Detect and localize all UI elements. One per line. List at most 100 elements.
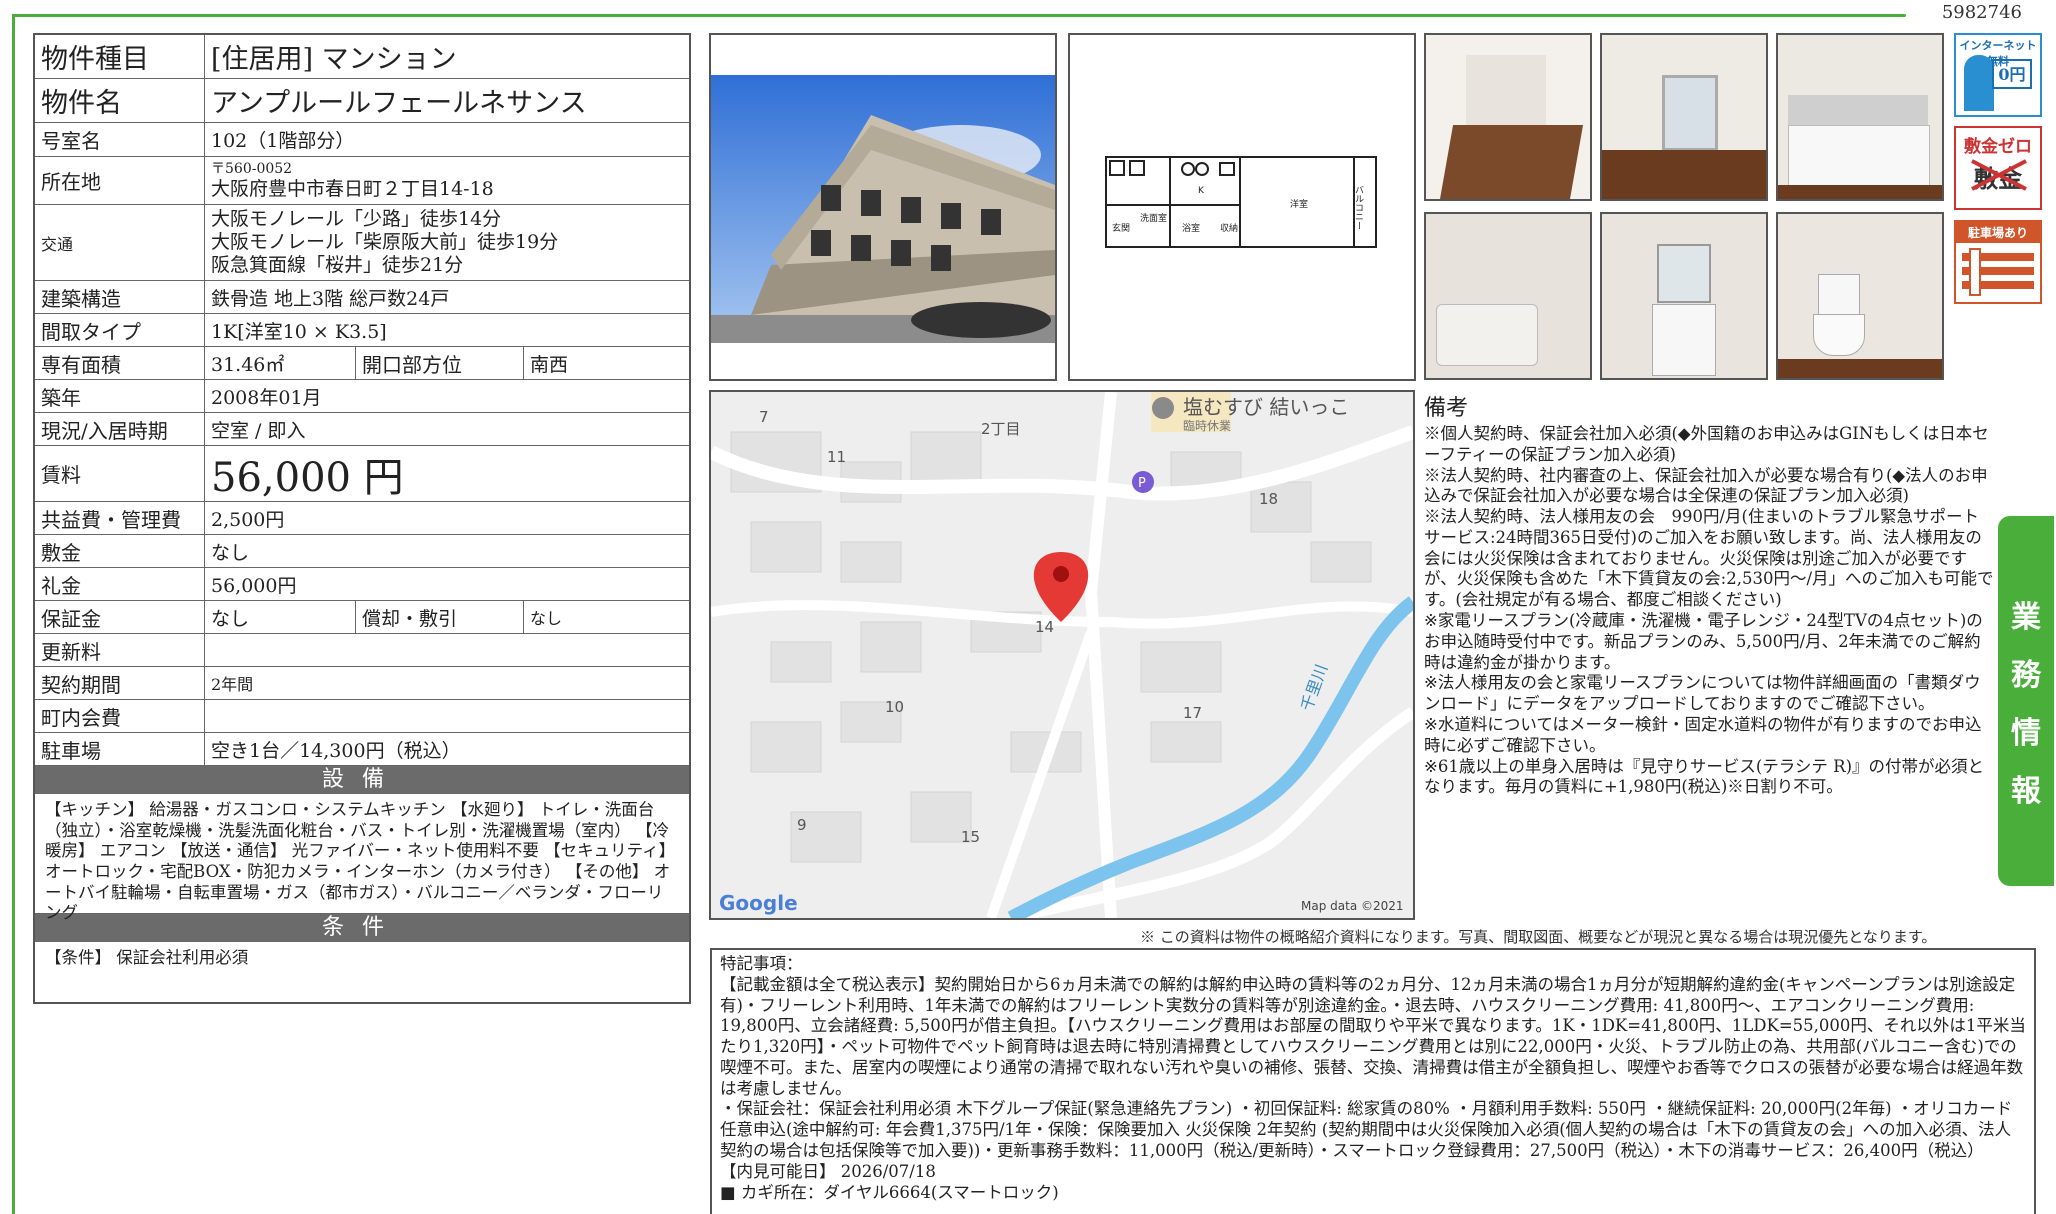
map-credit: Map data ©2021 xyxy=(1301,899,1404,913)
restaurant-icon xyxy=(1152,397,1174,419)
area-value: 31.46㎡ xyxy=(211,353,285,376)
name-value: アンプルールフェールネサンス xyxy=(211,88,587,119)
conditions-text: 【条件】 保証会社利用必須 xyxy=(45,948,249,967)
page-frame-top xyxy=(12,14,1906,17)
fp-label-storage: 収納 xyxy=(1220,222,1238,234)
row-room: 号室名 102（1階部分） xyxy=(35,123,689,157)
property-table: 物件種目 [住居用] マンション 物件名 アンプルールフェールネサンス 号室名 … xyxy=(33,33,691,1004)
fee-value: 2,500円 xyxy=(211,508,285,531)
town-fee-value xyxy=(205,700,689,732)
deposit-crossed-word: 敷金 xyxy=(1956,159,2040,194)
built-value: 2008年01月 xyxy=(211,386,322,409)
tab-char: 情 xyxy=(2011,716,2041,751)
fp-label-bath: 浴室 xyxy=(1182,222,1200,234)
row-renewal: 更新料 xyxy=(35,634,689,667)
conditions-header: 条件 xyxy=(35,914,689,942)
row-term: 契約期間 2年間 xyxy=(35,667,689,700)
structure-value: 鉄骨造 地上3階 総戸数24戸 xyxy=(211,287,450,310)
map-block-number: 9 xyxy=(797,816,807,834)
zip-code: 〒560-0052 xyxy=(211,160,293,177)
built-label: 築年 xyxy=(35,380,205,412)
floorplan: 玄関 K 洋室 バルコニー 洗面室 浴室 収納 xyxy=(1068,33,1416,381)
parking-label: 駐車場 xyxy=(35,733,205,765)
room-label: 号室名 xyxy=(35,123,205,156)
deposit-value: なし xyxy=(211,541,250,564)
status-value: 空室 / 即入 xyxy=(211,419,306,442)
access-value: 大阪モノレール「少路」徒歩14分 大阪モノレール「柴原阪大前」徒歩19分 阪急箕… xyxy=(205,205,689,280)
remarks-text: ※個人契約時、保証会社加入必須(◆外国籍のお申込みはGINもしくは日本セーフティ… xyxy=(1424,424,1994,798)
row-address: 所在地 〒560-0052 大阪府豊中市春日町２丁目14-18 xyxy=(35,157,689,205)
layout-label: 間取タイプ xyxy=(35,314,205,346)
map-drawing: P 塩むすび 結いっこ 臨時休業 2丁目 千里川 7 11 18 14 10 1… xyxy=(711,392,1413,918)
name-label: 物件名 xyxy=(35,79,205,122)
fp-label-entrance: 玄関 xyxy=(1112,222,1130,234)
tab-char: 報 xyxy=(2011,774,2041,809)
room-value: 102（1階部分） xyxy=(211,130,355,152)
business-info-tab[interactable]: 業 務 情 報 xyxy=(1998,516,2054,886)
row-name: 物件名 アンプルールフェールネサンス xyxy=(35,79,689,123)
amortization-value: なし xyxy=(523,601,689,633)
document-id: 5982746 xyxy=(1941,2,2022,23)
internet-price: 0円 xyxy=(1992,59,2032,89)
guarantee-label: 保証金 xyxy=(35,601,205,633)
key-money-label: 礼金 xyxy=(35,568,205,600)
fp-label-balcony: バルコニー xyxy=(1353,185,1364,230)
amortization-label: 償却・敷引 xyxy=(355,601,523,633)
building-image xyxy=(711,35,1055,379)
row-status: 現況/入居時期 空室 / 即入 xyxy=(35,413,689,446)
map-block-number: 10 xyxy=(885,698,904,716)
row-structure: 建築構造 鉄骨造 地上3階 総戸数24戸 xyxy=(35,281,689,314)
map-block-number: 18 xyxy=(1259,490,1278,508)
map-block-number: 11 xyxy=(827,448,846,466)
interior-thumb-kitchen[interactable] xyxy=(1776,33,1944,201)
renewal-label: 更新料 xyxy=(35,634,205,666)
map-area-label: 2丁目 xyxy=(981,420,1021,438)
rent-value: 56,000 円 xyxy=(211,454,404,501)
access-label: 交通 xyxy=(35,205,205,280)
fp-label-washroom: 洗面室 xyxy=(1140,212,1167,224)
map-block-number: 15 xyxy=(961,828,980,846)
term-label: 契約期間 xyxy=(35,667,205,699)
status-label: 現況/入居時期 xyxy=(35,413,205,445)
facilities-text: 【キッチン】 給湯器・ガスコンロ・システムキッチン 【水廻り】 トイレ・洗面台（… xyxy=(35,794,689,922)
access-line: 大阪モノレール「少路」徒歩14分 xyxy=(211,208,502,231)
row-area: 専有面積 31.46㎡ 開口部方位 南西 xyxy=(35,347,689,380)
special-text: 【記載金額は全て税込表示】契約開始日から6ヵ月未満での解約は解約申込時の賃料等の… xyxy=(720,974,2026,1202)
row-access: 交通 大阪モノレール「少路」徒歩14分 大阪モノレール「柴原阪大前」徒歩19分 … xyxy=(35,205,689,281)
interior-thumb-hallway[interactable] xyxy=(1424,33,1592,201)
address-label: 所在地 xyxy=(35,157,205,204)
address-value: 〒560-0052 大阪府豊中市春日町２丁目14-18 xyxy=(205,157,689,204)
row-type: 物件種目 [住居用] マンション xyxy=(35,35,689,79)
disclaimer-note: ※ この資料は物件の概略紹介資料になります。写真、間取図面、概要などが現況と異な… xyxy=(1140,928,1937,946)
fp-label-room: 洋室 xyxy=(1290,198,1308,210)
map-block-number: 7 xyxy=(759,408,769,426)
fp-label-kitchen: K xyxy=(1198,186,1205,196)
town-fee-label: 町内会費 xyxy=(35,700,205,732)
fee-label: 共益費・管理費 xyxy=(35,502,205,534)
structure-label: 建築構造 xyxy=(35,281,205,313)
map-poi-sub: 臨時休業 xyxy=(1183,419,1231,433)
location-map[interactable]: P 塩むすび 結いっこ 臨時休業 2丁目 千里川 7 11 18 14 10 1… xyxy=(709,390,1415,920)
map-block-number: 17 xyxy=(1183,704,1202,722)
special-title: 特記事項： xyxy=(720,954,803,973)
row-guarantee: 保証金 なし 償却・敷引 なし xyxy=(35,601,689,634)
parking-value: 空き1台／14,300円（税込） xyxy=(211,739,461,762)
access-line: 大阪モノレール「柴原阪大前」徒歩19分 xyxy=(211,231,559,254)
internet-free-badge: インターネット無料 0円 xyxy=(1954,33,2042,117)
type-value: [住居用] マンション xyxy=(211,44,457,75)
rent-label: 賃料 xyxy=(35,446,205,501)
map-block-number: 14 xyxy=(1035,618,1054,636)
area-label: 専有面積 xyxy=(35,347,205,379)
interior-thumb-washbasin[interactable] xyxy=(1600,212,1768,380)
layout-value: 1K[洋室10 × K3.5] xyxy=(211,320,387,343)
interior-thumb-toilet[interactable] xyxy=(1776,212,1944,380)
interior-thumb-bathroom[interactable] xyxy=(1424,212,1592,380)
term-value: 2年間 xyxy=(211,675,254,694)
direction-label: 開口部方位 xyxy=(355,347,523,379)
remarks-title: 備考 xyxy=(1424,396,1469,421)
floorplan-drawing: 玄関 K 洋室 バルコニー 洗面室 浴室 収納 xyxy=(1105,156,1377,248)
row-parking: 駐車場 空き1台／14,300円（税込） xyxy=(35,733,689,766)
remarks-body: ※個人契約時、保証会社加入必須(◆外国籍のお申込みはGINもしくは日本セーフティ… xyxy=(1424,424,1994,797)
interior-thumb-room[interactable] xyxy=(1600,33,1768,201)
row-fee: 共益費・管理費 2,500円 xyxy=(35,502,689,535)
